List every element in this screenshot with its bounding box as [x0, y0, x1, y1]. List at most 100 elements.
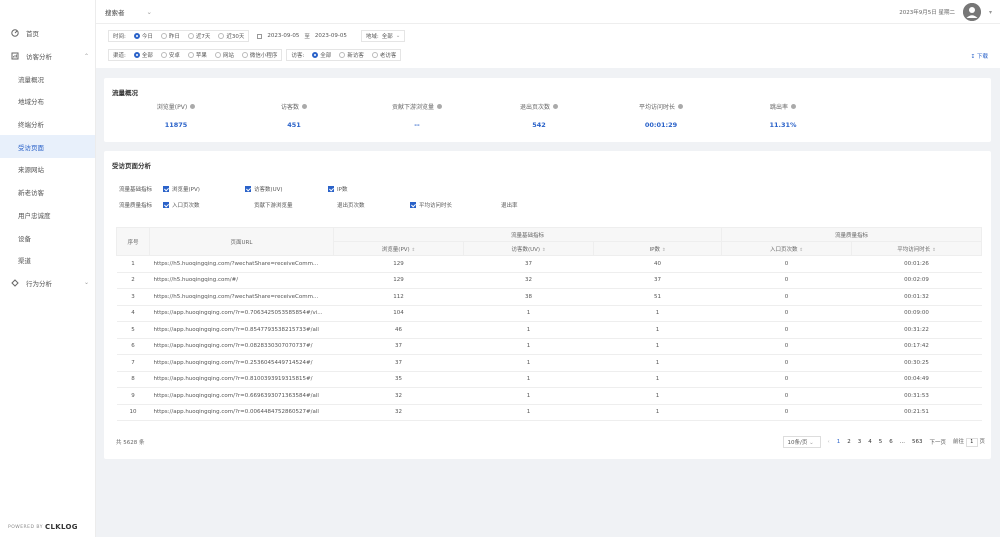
page-last[interactable]: 563	[912, 439, 923, 445]
check-ip[interactable]: IP数	[328, 185, 347, 193]
page-2[interactable]: 2	[847, 439, 851, 445]
cell-ip: 1	[593, 387, 722, 405]
help-icon[interactable]	[437, 104, 442, 109]
avatar[interactable]	[962, 3, 981, 21]
cell-url[interactable]: https://app.huoqingqing.com/?r=0.0064484…	[149, 404, 334, 421]
metric-value: 00:01:29	[644, 121, 678, 129]
sidebar-item-traffic-overview[interactable]: 流量概况	[0, 67, 95, 90]
basic-metrics-row: 流量基础指标 浏览量(PV) 访客数(UV) IP数	[119, 185, 347, 193]
check-uv[interactable]: 访客数(UV)	[245, 185, 328, 193]
cell-avg-duration: 00:31:22	[851, 321, 982, 339]
time-option-30days[interactable]: 近30天	[218, 32, 244, 40]
logo-area	[0, 0, 95, 22]
checkbox-icon	[245, 202, 251, 208]
check-exit-rate[interactable]: 退出率	[492, 201, 518, 209]
cell-url[interactable]: https://h5.huoqingqing.com/?wechatShare=…	[149, 288, 334, 306]
total-count: 共 5628 条	[116, 440, 145, 446]
download-button[interactable]: ↧ 下载	[971, 52, 988, 60]
page-4[interactable]: 4	[868, 439, 872, 445]
sidebar-item-home[interactable]: 首页	[0, 22, 95, 45]
sidebar-item-behavior-analysis[interactable]: 行为分析 ⌄	[0, 272, 95, 295]
channel-filter-row: 渠道: 全部 安卓 苹果 网站 微信小程序 访客: 全部 新访客 老访客	[108, 49, 402, 61]
help-icon[interactable]	[302, 104, 307, 109]
channel-option-miniprogram[interactable]: 微信小程序	[241, 51, 277, 59]
channel-option-web[interactable]: 网站	[214, 51, 234, 59]
sidebar-item-visitor-analysis[interactable]: 访客分析 ⌃	[0, 45, 95, 68]
channel-option-label: 安卓	[168, 53, 180, 59]
channel-option-all[interactable]: 全部	[133, 51, 153, 59]
sidebar-item-loyalty[interactable]: 用户忠诚度	[0, 204, 95, 227]
sidebar-item-region[interactable]: 地域分布	[0, 90, 95, 113]
region-select[interactable]: 地域: 全部 ⌄	[360, 30, 406, 42]
cell-url[interactable]: https://app.huoqingqing.com/?r=0.6696393…	[149, 387, 334, 405]
page-6[interactable]: 6	[889, 439, 893, 445]
radio-icon	[160, 52, 167, 58]
check-entry[interactable]: 入口页次数	[163, 201, 245, 209]
sidebar-item-channel[interactable]: 渠道	[0, 249, 95, 272]
cell-url[interactable]: https://app.huoqingqing.com/?r=0.7063425…	[149, 305, 334, 322]
cell-url[interactable]: https://app.huoqingqing.com/?r=0.8100393…	[149, 371, 334, 388]
metric-exit-count: 退出页次数 542	[494, 102, 584, 129]
download-label: 下载	[976, 54, 988, 60]
help-icon[interactable]	[553, 104, 558, 109]
sidebar-item-device[interactable]: 设备	[0, 226, 95, 249]
time-option-7days[interactable]: 近7天	[187, 32, 210, 40]
channel-option-label: 全部	[141, 53, 153, 59]
page-ellipsis[interactable]: ...	[900, 439, 905, 445]
cell-url[interactable]: https://app.huoqingqing.com/?r=0.0828330…	[149, 338, 334, 355]
help-icon[interactable]	[190, 104, 196, 109]
col-pv[interactable]: 浏览量(PV) ⇕	[333, 241, 464, 256]
metric-uv: 访客数 451	[249, 102, 339, 129]
checkbox-checked-icon	[163, 186, 169, 192]
cell-ip: 51	[593, 288, 722, 306]
page-1[interactable]: 1	[837, 439, 841, 445]
page-size-select[interactable]: 10条/页 ⌄	[782, 436, 821, 448]
page-5[interactable]: 5	[879, 439, 883, 445]
cell-avg-duration: 00:21:51	[851, 404, 982, 421]
col-uv[interactable]: 访客数(UV) ⇕	[463, 241, 594, 256]
metric-value: 542	[532, 121, 546, 129]
brand-logo: CLKLOG	[45, 523, 78, 531]
page-3[interactable]: 3	[858, 439, 862, 445]
visitor-option-new[interactable]: 新访客	[339, 51, 364, 59]
sidebar-item-terminal[interactable]: 终端分析	[0, 113, 95, 136]
col-entry[interactable]: 入口页次数 ⇕	[721, 241, 852, 256]
cell-pv: 37	[333, 338, 464, 355]
cell-url[interactable]: https://h5.huoqingqing.com/#/	[149, 272, 334, 289]
cell-url[interactable]: https://app.huoqingqing.com/?r=0.8547793…	[149, 321, 334, 339]
cell-entry: 0	[721, 305, 852, 322]
help-icon[interactable]	[791, 104, 796, 109]
sidebar-item-new-old-visitors[interactable]: 新老访客	[0, 181, 95, 204]
check-pv[interactable]: 浏览量(PV)	[163, 185, 245, 193]
sidebar-item-visited-pages[interactable]: 受访页面	[0, 135, 95, 159]
overview-title: 流量概况	[112, 89, 138, 97]
region-value: 全部	[381, 34, 393, 40]
cell-url[interactable]: https://h5.huoqingqing.com/?wechatShare=…	[149, 255, 334, 273]
time-option-today[interactable]: 今日	[133, 32, 153, 40]
cell-index: 5	[116, 321, 150, 339]
metric-downstream: 贡献下游浏览量 --	[372, 102, 462, 129]
project-select[interactable]: 搜索者 ⌄	[105, 7, 152, 17]
cell-avg-duration: 00:01:32	[851, 288, 982, 306]
time-option-yesterday[interactable]: 昨日	[160, 32, 180, 40]
next-page-button[interactable]: 下一页	[929, 438, 946, 446]
visitor-option-old[interactable]: 老访客	[371, 51, 396, 59]
col-avg-duration[interactable]: 平均访问时长 ⇕	[851, 241, 982, 256]
help-icon[interactable]	[678, 104, 683, 109]
channel-option-android[interactable]: 安卓	[160, 51, 180, 59]
col-ip[interactable]: IP数 ⇕	[593, 241, 722, 256]
chevron-down-icon[interactable]: ▾	[989, 9, 992, 16]
project-name: 搜索者	[105, 8, 125, 17]
prev-page-icon[interactable]: ‹	[828, 439, 830, 445]
sort-icon: ⇕	[661, 247, 666, 253]
cell-url[interactable]: https://app.huoqingqing.com/?r=0.2536045…	[149, 354, 334, 372]
channel-option-apple[interactable]: 苹果	[187, 51, 207, 59]
check-avg-duration[interactable]: 平均访问时长	[410, 201, 492, 209]
visitor-option-all[interactable]: 全部	[312, 51, 331, 59]
check-downstream[interactable]: 贡献下游浏览量	[245, 201, 328, 209]
goto-page-input[interactable]	[965, 437, 978, 447]
date-range-picker[interactable]: 2023-09-05 至 2023-09-05	[257, 32, 347, 40]
sidebar-item-source-sites[interactable]: 来源网站	[0, 158, 95, 181]
sidebar-item-label: 地域分布	[18, 98, 44, 107]
check-exit[interactable]: 退出页次数	[328, 201, 410, 209]
